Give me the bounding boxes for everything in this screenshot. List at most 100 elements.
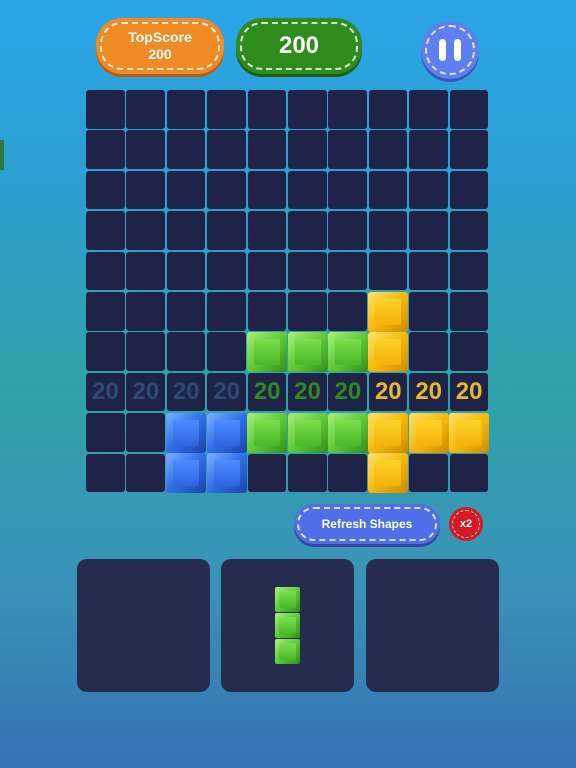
block-face <box>278 642 296 660</box>
refresh-shapes-button[interactable]: Refresh Shapes <box>294 504 440 544</box>
top-score-label: TopScore <box>128 29 192 45</box>
board-cell[interactable] <box>449 90 489 129</box>
board-cell[interactable] <box>449 211 489 250</box>
board-cell[interactable] <box>207 170 246 210</box>
board-cell[interactable] <box>126 453 165 493</box>
board-cell[interactable] <box>247 453 287 493</box>
board-cell[interactable] <box>409 90 448 129</box>
board-cell[interactable] <box>368 251 408 291</box>
board-cell[interactable] <box>328 130 367 169</box>
board-cell[interactable] <box>368 130 408 169</box>
board-cell[interactable] <box>247 170 287 210</box>
board-cell[interactable] <box>86 170 125 210</box>
board-cell[interactable] <box>247 251 287 291</box>
blue-block <box>166 412 207 453</box>
pause-button[interactable] <box>421 21 479 79</box>
board-cell[interactable] <box>166 90 206 129</box>
row-clear-points: 20 <box>455 378 483 406</box>
board-cell[interactable] <box>288 211 327 250</box>
board-cell[interactable] <box>166 332 206 371</box>
block-face <box>213 419 240 446</box>
shape-slot-1[interactable] <box>77 559 210 692</box>
board-cell[interactable] <box>126 211 165 250</box>
top-score-badge: TopScore 200 <box>96 18 224 74</box>
board-cell[interactable] <box>449 170 489 210</box>
board-cell[interactable] <box>166 170 206 210</box>
board-cell[interactable] <box>328 292 367 331</box>
board-cell[interactable] <box>409 211 448 250</box>
board-cell[interactable] <box>449 251 489 291</box>
board-cell[interactable] <box>449 292 489 331</box>
board-cell[interactable] <box>126 170 165 210</box>
board-cell[interactable] <box>86 453 125 493</box>
board-cell[interactable] <box>328 170 367 210</box>
board-cell[interactable] <box>166 251 206 291</box>
board-cell[interactable] <box>207 251 246 291</box>
yellow-block <box>368 331 409 372</box>
block-face <box>254 419 281 446</box>
board-cell[interactable] <box>86 292 125 331</box>
board-cell[interactable] <box>409 130 448 169</box>
shape-slot-2[interactable] <box>221 559 354 692</box>
board-cell[interactable] <box>207 292 246 331</box>
board-cell[interactable] <box>126 332 165 371</box>
board-cell[interactable] <box>166 130 206 169</box>
board-cell[interactable] <box>449 130 489 169</box>
block-face <box>334 419 361 446</box>
row-clear-points: 20 <box>92 378 119 406</box>
board-cell[interactable] <box>368 211 408 250</box>
board-cell[interactable] <box>207 211 246 250</box>
board-cell[interactable] <box>288 292 327 331</box>
board-cell[interactable] <box>328 453 367 493</box>
board-cell[interactable] <box>409 292 448 331</box>
board-cell[interactable] <box>247 292 287 331</box>
shape-slot-3[interactable] <box>366 559 499 692</box>
row-clear-points: 20 <box>415 378 443 406</box>
block-face <box>173 419 200 446</box>
board-cell[interactable] <box>409 170 448 210</box>
board-cell[interactable] <box>449 453 489 493</box>
board-cell[interactable] <box>86 251 125 291</box>
board-cell[interactable] <box>288 251 327 291</box>
board-cell[interactable] <box>288 170 327 210</box>
board-cell[interactable] <box>126 130 165 169</box>
block-face <box>254 338 281 365</box>
board-cell[interactable] <box>247 211 287 250</box>
board-cell[interactable] <box>166 211 206 250</box>
board-cell[interactable] <box>126 413 165 452</box>
game-board[interactable]: 20 20 20 20 20 20 20 20 20 20 <box>86 90 490 494</box>
board-cell[interactable] <box>368 90 408 129</box>
board-cell[interactable] <box>288 90 327 129</box>
row-clear-points: 20 <box>294 378 321 406</box>
board-cell[interactable] <box>247 130 287 169</box>
board-cell[interactable] <box>328 90 367 129</box>
board-cell[interactable] <box>86 130 125 169</box>
board-cell[interactable] <box>166 292 206 331</box>
board-cell[interactable] <box>126 90 165 129</box>
board-cell[interactable] <box>328 211 367 250</box>
board-cell[interactable] <box>86 90 125 129</box>
block-face <box>375 419 402 446</box>
board-cell[interactable] <box>207 90 246 129</box>
block-face <box>415 419 442 446</box>
board-cell[interactable] <box>409 453 448 493</box>
board-cell[interactable] <box>288 453 327 493</box>
board-cell[interactable] <box>409 332 448 371</box>
board-cell[interactable] <box>449 332 489 371</box>
board-cell[interactable] <box>207 130 246 169</box>
board-cell[interactable] <box>247 90 287 129</box>
block-face <box>375 338 402 365</box>
side-edge-accent <box>0 140 4 170</box>
yellow-block <box>449 412 490 453</box>
board-cell[interactable] <box>86 413 125 452</box>
board-cell[interactable] <box>86 211 125 250</box>
board-cell[interactable] <box>207 332 246 371</box>
board-cell[interactable] <box>328 251 367 291</box>
board-cell[interactable] <box>126 292 165 331</box>
board-cell[interactable] <box>86 332 125 371</box>
board-cell[interactable] <box>368 170 408 210</box>
board-cell[interactable] <box>126 251 165 291</box>
board-cell[interactable] <box>409 251 448 291</box>
block-face <box>278 616 296 634</box>
board-cell[interactable] <box>288 130 327 169</box>
